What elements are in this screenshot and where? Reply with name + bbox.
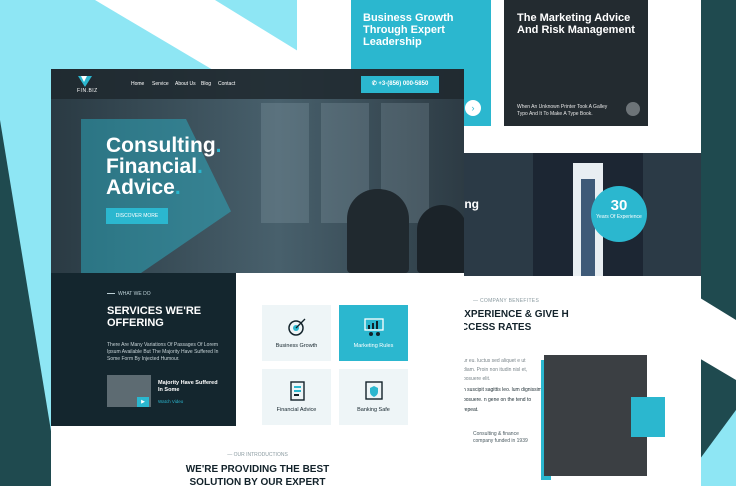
service-box-banking-safe[interactable]: Banking Safe bbox=[339, 369, 408, 425]
watch-video-link[interactable]: Watch Video bbox=[158, 399, 183, 404]
intro-kicker: — OUR INTRODUCTIONS bbox=[227, 452, 288, 458]
logo-text[interactable]: FIN.BIZ bbox=[77, 88, 98, 94]
card-title: Business Growth Through Expert Leadershi… bbox=[363, 12, 454, 48]
discover-more-button[interactable]: DISCOVER MORE bbox=[106, 208, 168, 224]
hero-section: FIN.BIZ Home Service About Us Blog Conta… bbox=[51, 69, 464, 273]
target-icon bbox=[287, 318, 305, 336]
chart-icon bbox=[363, 318, 384, 336]
play-icon[interactable]: ▶ bbox=[137, 397, 149, 407]
services-kicker: WHAT WE DO bbox=[107, 291, 151, 297]
hero-dot: . bbox=[174, 176, 181, 199]
services-text: There Are Many Variations Of Passages Of… bbox=[107, 342, 219, 362]
safe-icon bbox=[364, 381, 383, 400]
benefits-kicker: — COMPANY BENEFITES bbox=[473, 298, 540, 304]
card-arrow-icon[interactable] bbox=[626, 102, 640, 116]
card-text: When An Unknown Printer Took A Galley Ty… bbox=[517, 104, 608, 117]
blog-card-marketing[interactable]: The Marketing Advice And Risk Management… bbox=[504, 0, 648, 126]
tie-shape bbox=[581, 179, 595, 276]
nav-home[interactable]: Home bbox=[131, 81, 144, 87]
box-label: Marketing Rules bbox=[353, 343, 394, 349]
hero-dot: . bbox=[215, 134, 222, 157]
service-box-business-growth[interactable]: Business Growth bbox=[262, 305, 331, 361]
video-title: Majority Have Suffered In Some bbox=[158, 380, 218, 393]
nav-service[interactable]: Service bbox=[152, 81, 169, 87]
logo-icon[interactable] bbox=[78, 76, 92, 87]
box-label: Business Growth bbox=[275, 343, 318, 349]
benefits-heading: G EXPERIENCE & GIVE H SUCCESS RATES bbox=[447, 309, 569, 333]
logo-mark-icon bbox=[631, 397, 665, 437]
company-quote: Consulting & finance company funded in 1… bbox=[473, 431, 528, 444]
phone-number: +3-(856) 000-5850 bbox=[378, 81, 429, 87]
nav-blog[interactable]: Blog bbox=[201, 81, 211, 87]
box-label: Financial Advice bbox=[276, 407, 317, 413]
person-silhouette bbox=[417, 205, 464, 273]
badge-number: 30 bbox=[610, 197, 628, 214]
introductions-section: — OUR INTRODUCTIONS WE'RE PROVIDING THE … bbox=[51, 426, 464, 486]
card-title: The Marketing Advice And Risk Management bbox=[517, 12, 635, 36]
front-page-mockup: FIN.BIZ Home Service About Us Blog Conta… bbox=[51, 69, 464, 486]
services-intro-panel: WHAT WE DO SERVICES WE'RE OFFERING There… bbox=[51, 273, 236, 426]
intro-title: WE'RE PROVIDING THE BEST SOLUTION BY OUR… bbox=[51, 463, 464, 486]
box-label: Banking Safe bbox=[357, 407, 390, 413]
service-box-marketing-rules[interactable]: Marketing Rules bbox=[339, 305, 408, 361]
phone-button[interactable]: ✆ +3-(856) 000-5850 bbox=[361, 76, 439, 93]
benefits-bullets: n suscipit sagittis leo. lum dignissim p… bbox=[463, 387, 542, 413]
nav-about[interactable]: About Us bbox=[175, 81, 196, 87]
experience-badge: 30 Years Of Experience bbox=[591, 186, 647, 242]
nav-contact[interactable]: Contact bbox=[218, 81, 235, 87]
hero-line-1: Consulting bbox=[106, 134, 216, 157]
hero-line-3: Advice bbox=[106, 176, 175, 199]
intro-title-text: WE'RE PROVIDING THE BEST SOLUTION BY OUR… bbox=[185, 464, 330, 486]
top-navbar: FIN.BIZ Home Service About Us Blog Conta… bbox=[51, 69, 464, 99]
hero-line-2: Financial bbox=[106, 155, 198, 178]
person-silhouette bbox=[347, 189, 409, 273]
benefits-paragraph: ur eu. luctus sed aliquet e ut diam. Pro… bbox=[463, 358, 528, 382]
hero-dot: . bbox=[197, 155, 203, 178]
service-box-financial-advice[interactable]: Financial Advice bbox=[262, 369, 331, 425]
document-icon bbox=[289, 381, 305, 401]
badge-label: Years Of Experience bbox=[596, 214, 642, 220]
team-hero-image bbox=[463, 153, 701, 276]
arrow-right-icon[interactable]: › bbox=[465, 100, 481, 116]
services-title: SERVICES WE'RE OFFERING bbox=[107, 305, 202, 329]
hero-title: Consulting. Financial. Advice. bbox=[106, 135, 306, 198]
